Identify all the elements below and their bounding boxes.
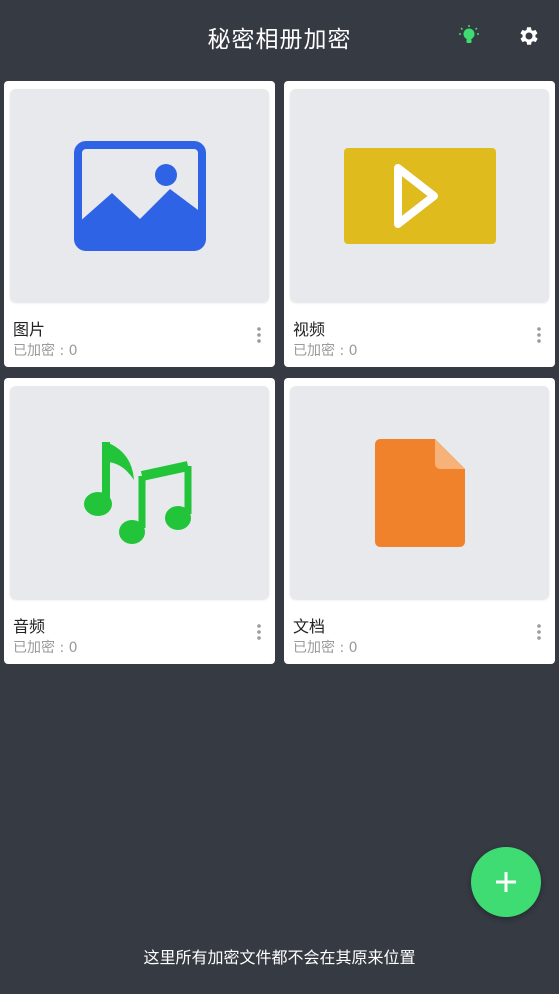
card-encrypted-count: 已加密 : 0 xyxy=(13,640,78,656)
more-vertical-icon xyxy=(257,327,261,343)
document-icon xyxy=(374,438,465,547)
card-title: 音频 xyxy=(13,617,46,636)
category-card-audio[interactable]: 音频 已加密 : 0 xyxy=(4,378,275,664)
image-icon xyxy=(73,140,206,251)
card-thumbnail xyxy=(10,89,269,302)
card-encrypted-count: 已加密 : 0 xyxy=(13,343,78,359)
category-card-videos[interactable]: 视频 已加密 : 0 xyxy=(284,81,555,367)
video-play-icon xyxy=(343,147,496,244)
category-card-documents[interactable]: 文档 已加密 : 0 xyxy=(284,378,555,664)
card-more-button[interactable] xyxy=(253,325,265,345)
more-vertical-icon xyxy=(257,624,261,640)
music-note-icon xyxy=(83,441,191,544)
card-title: 视频 xyxy=(293,320,326,339)
card-encrypted-count: 已加密 : 0 xyxy=(293,343,358,359)
card-title: 图片 xyxy=(13,320,46,339)
lightbulb-icon xyxy=(459,25,479,43)
card-thumbnail xyxy=(290,386,549,599)
card-thumbnail xyxy=(290,89,549,302)
category-card-images[interactable]: 图片 已加密 : 0 xyxy=(4,81,275,367)
plus-icon xyxy=(496,872,516,892)
app-header: 秘密相册加密 xyxy=(0,0,559,72)
card-encrypted-count: 已加密 : 0 xyxy=(293,640,358,656)
more-vertical-icon xyxy=(537,327,541,343)
lightbulb-button[interactable] xyxy=(457,24,481,48)
card-more-button[interactable] xyxy=(533,622,545,642)
gear-icon xyxy=(520,27,538,45)
add-button[interactable] xyxy=(471,847,541,917)
card-more-button[interactable] xyxy=(253,622,265,642)
more-vertical-icon xyxy=(537,624,541,640)
settings-button[interactable] xyxy=(517,24,541,48)
card-title: 文档 xyxy=(293,617,326,636)
card-thumbnail xyxy=(10,386,269,599)
card-more-button[interactable] xyxy=(533,325,545,345)
footer-hint: 这里所有加密文件都不会在其原来位置 xyxy=(143,948,416,967)
